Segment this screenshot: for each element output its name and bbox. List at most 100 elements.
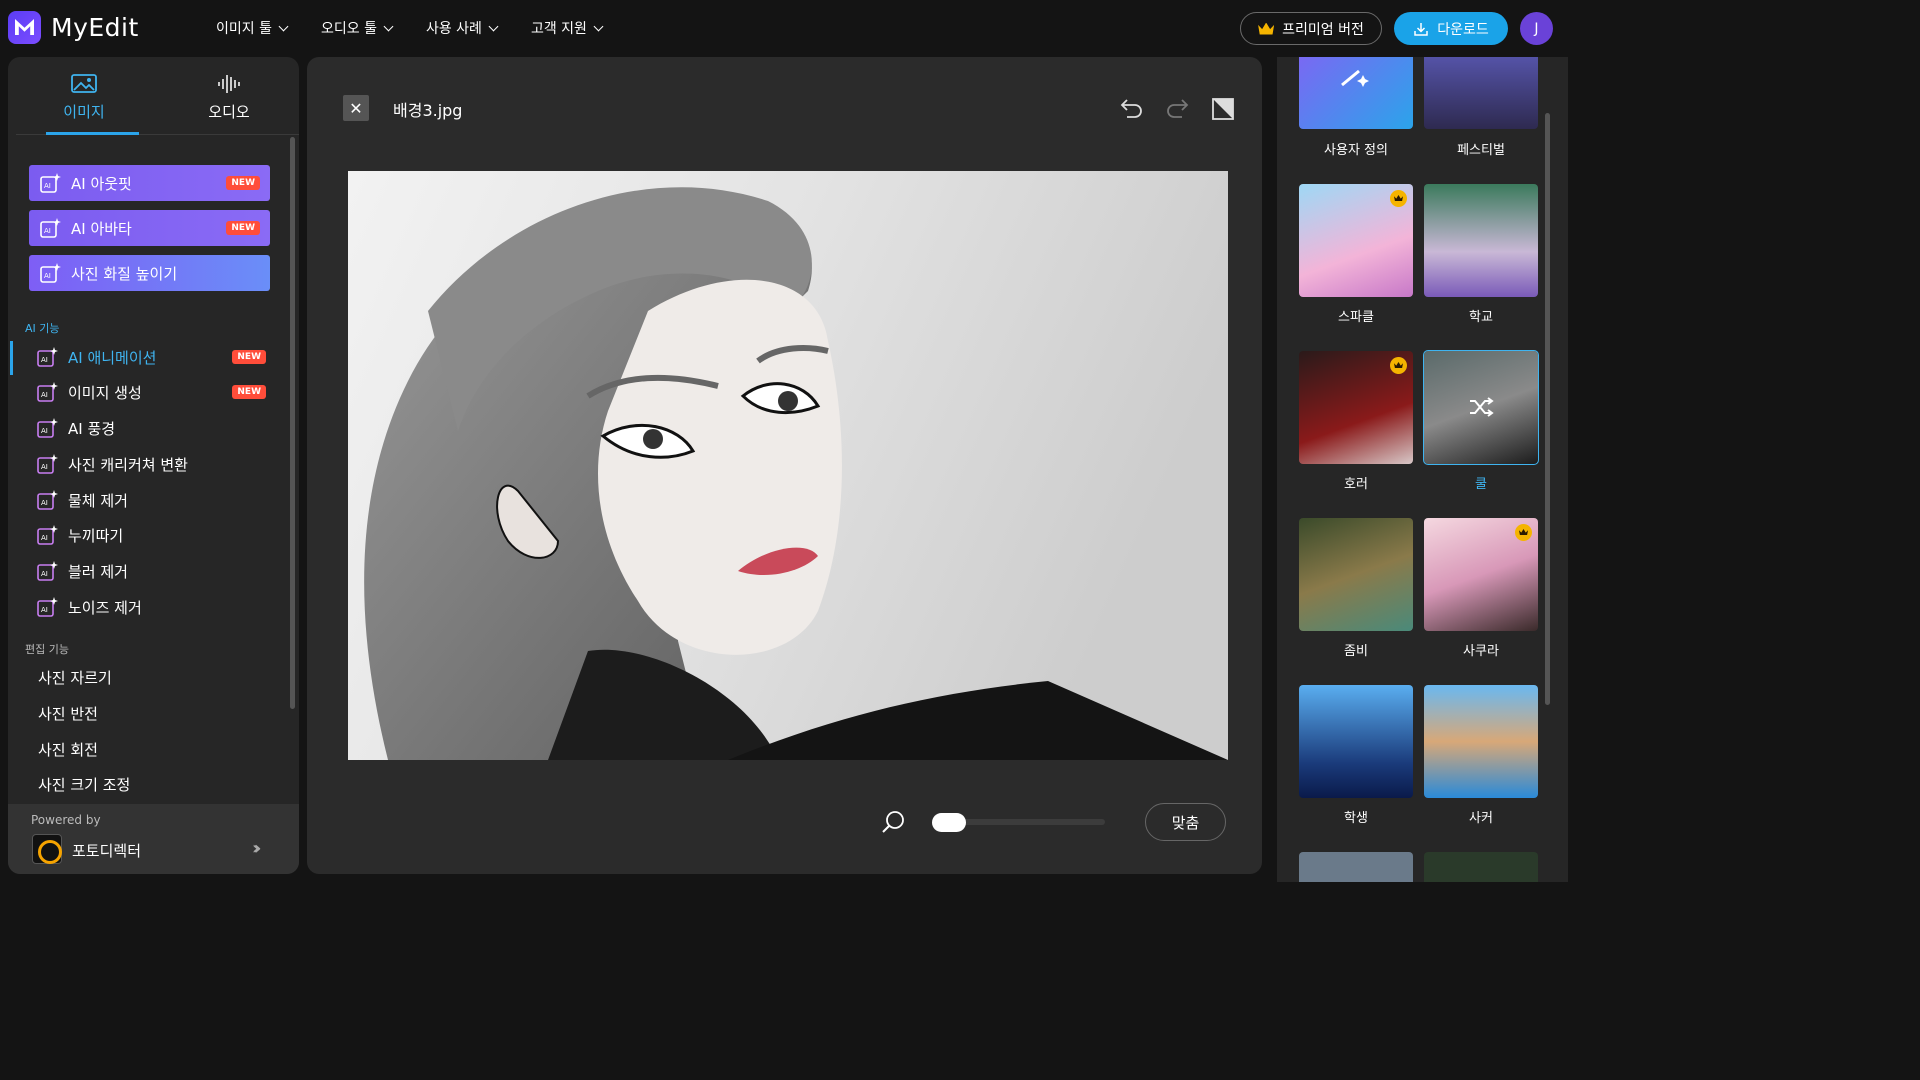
style-card-school[interactable] [1424,184,1538,297]
style-card-sparkle[interactable] [1299,184,1413,297]
powered-product-name: 포토디렉터 [72,842,142,860]
svg-text:AI: AI [41,356,48,364]
nav-label: 오디오 툴 [320,21,377,37]
style-panel-scrollbar[interactable] [1545,113,1550,705]
sidebar-item-object-removal[interactable]: AI 물체 제거 [36,485,266,515]
premium-button[interactable]: 프리미엄 버전 [1240,12,1382,45]
sidebar-item-noise-removal[interactable]: AI 노이즈 제거 [36,592,266,622]
menu-label: AI 풍경 [68,419,116,438]
sidebar-item-flip[interactable]: 사진 반전 [38,703,98,724]
ai-sparkle-icon: AI [37,347,58,367]
ai-sparkle-icon: AI [37,597,58,617]
sidebar-item-rotate[interactable]: 사진 회전 [38,739,98,760]
menu-label: 블러 제거 [68,562,128,581]
style-card-cool[interactable] [1423,350,1539,465]
photodirector-logo-icon [32,834,62,864]
svg-text:AI: AI [41,427,48,435]
ai-sparkle-icon: AI [37,561,58,581]
redo-icon[interactable] [1164,95,1192,123]
style-label: 스파클 [1338,310,1374,325]
style-label: 사커 [1469,811,1493,826]
style-card-zombie[interactable] [1299,518,1413,631]
top-bar: MyEdit 이미지 툴 오디오 툴 사용 사례 고객 지원 프리미엄 버전 다… [0,0,1568,57]
ai-section-label: AI 기능 [25,322,60,335]
sidebar-item-caricature[interactable]: AI 사진 캐리커쳐 변환 [36,449,266,479]
tab-label: 이미지 [63,103,105,121]
tab-audio[interactable]: 오디오 [183,73,275,122]
double-chevron-right-icon: ››› [252,838,261,859]
ai-sparkle-icon: AI [37,418,58,438]
tab-image[interactable]: 이미지 [38,73,130,122]
promo-label: AI 아바타 [71,219,132,238]
sidebar-item-resize[interactable]: 사진 크기 조정 [38,774,130,795]
zoom-slider-handle[interactable] [932,813,966,832]
style-label: 좀비 [1344,644,1368,659]
left-sidebar: 이미지 오디오 AI AI 아웃핏 NEW AI AI 아바타 NEW AI 사… [8,57,299,874]
sidebar-item-crop[interactable]: 사진 자르기 [38,667,112,688]
style-label: 페스티벌 [1457,143,1505,158]
sidebar-scrollbar[interactable] [290,137,295,709]
svg-text:AI: AI [41,570,48,578]
download-button[interactable]: 다운로드 [1394,12,1508,45]
nav-audio-tools[interactable]: 오디오 툴 [320,18,394,38]
zoom-icon [882,811,904,833]
chevron-down-icon [383,21,394,31]
ai-sparkle-icon: AI [37,454,58,474]
menu-label: 물체 제거 [68,491,128,510]
sidebar-item-image-generation[interactable]: AI 이미지 생성 NEW [36,377,266,407]
audio-wave-icon [218,75,240,93]
style-label: 사쿠라 [1463,644,1499,659]
undo-icon[interactable] [1117,95,1145,123]
app-logo[interactable]: MyEdit [8,11,139,44]
close-button[interactable]: ✕ [343,95,369,121]
svg-text:AI: AI [41,606,48,614]
myedit-logo-icon [8,11,41,44]
sidebar-item-ai-animation[interactable]: AI AI 애니메이션 NEW [36,342,266,372]
sidebar-item-ai-landscape[interactable]: AI AI 풍경 [36,413,266,443]
style-card-more[interactable] [1299,852,1413,882]
anime-portrait-image[interactable] [348,171,1228,760]
style-card-custom[interactable] [1299,57,1413,129]
avatar-initial: J [1534,20,1539,37]
promo-ai-outfit[interactable]: AI AI 아웃핏 NEW [29,165,270,201]
menu-label: 이미지 생성 [68,383,142,402]
nav-label: 사용 사례 [425,21,482,37]
promo-label: 사진 화질 높이기 [71,264,178,283]
user-avatar[interactable]: J [1520,12,1553,45]
magic-wand-icon [1341,69,1369,87]
nav-label: 이미지 툴 [216,21,272,37]
compare-icon[interactable] [1209,95,1237,123]
promo-ai-avatar[interactable]: AI AI 아바타 NEW [29,210,270,246]
close-icon: ✕ [349,98,363,118]
nav-image-tools[interactable]: 이미지 툴 [216,18,289,38]
svg-text:AI: AI [41,534,48,542]
chevron-down-icon [593,21,604,31]
active-tab-indicator [46,132,139,135]
new-badge: NEW [232,350,266,364]
powered-by-panel[interactable]: Powered by 포토디렉터 ››› [8,804,299,874]
ai-sparkle-icon: AI [40,173,61,193]
fit-button[interactable]: 맞춤 [1145,803,1226,841]
style-label: 사용자 정의 [1324,143,1388,158]
sidebar-item-background-removal[interactable]: AI 누끼따기 [36,520,266,550]
svg-text:AI: AI [41,463,48,471]
style-card-horror[interactable] [1299,351,1413,464]
menu-label: 노이즈 제거 [68,598,142,617]
new-badge: NEW [226,176,260,190]
promo-enhance[interactable]: AI 사진 화질 높이기 [29,255,270,291]
style-card-student[interactable] [1299,685,1413,798]
nav-use-cases[interactable]: 사용 사례 [425,18,499,38]
menu-label: 사진 캐리커쳐 변환 [68,455,188,474]
nav-support[interactable]: 고객 지원 [531,18,604,38]
style-card-soccer[interactable] [1424,685,1538,798]
style-card-more[interactable] [1424,852,1538,882]
ai-sparkle-icon: AI [37,525,58,545]
style-card-sakura[interactable] [1424,518,1538,631]
style-card-festival[interactable] [1424,57,1538,129]
sidebar-item-blur-removal[interactable]: AI 블러 제거 [36,556,266,586]
menu-label: 누끼따기 [68,526,124,545]
style-label: 호러 [1344,477,1368,492]
svg-text:AI: AI [41,499,48,507]
active-item-indicator [10,341,13,375]
download-icon [1414,22,1428,36]
